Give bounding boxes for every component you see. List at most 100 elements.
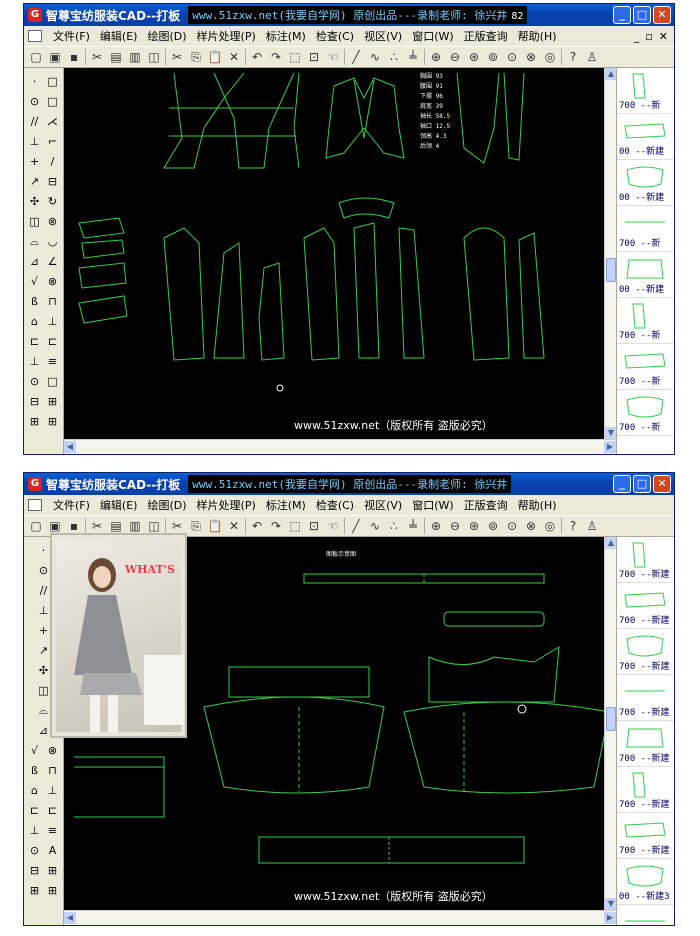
redo-icon[interactable]: ↷	[268, 49, 284, 65]
scroll-left-icon[interactable]: ◀	[64, 441, 76, 453]
zoom-fit-icon[interactable]: ⊗	[523, 518, 539, 534]
mdi-restore-icon[interactable]: ▫	[645, 30, 652, 43]
tool-12-0-icon[interactable]: ⌂	[28, 315, 42, 329]
drawing-canvas[interactable]: 胸围 93 腰围 91 下摆 96 肩宽 39 袖长 58.5 袖口 12.5 领高 4.3…	[64, 68, 604, 439]
tool-13-1-icon[interactable]: ⊏	[46, 335, 60, 349]
pattern-thumbnail[interactable]: 00 --新建	[617, 252, 674, 298]
tool-15-1-icon[interactable]: A	[46, 844, 60, 858]
zoom-out-icon[interactable]: ⊖	[447, 518, 463, 534]
menu-pattern[interactable]: 样片处理(P)	[192, 497, 261, 513]
menu-file[interactable]: 文件(F)	[48, 497, 95, 513]
tool-6-0-icon[interactable]: ✣	[28, 195, 42, 209]
pattern-thumbnail[interactable]: 00 --新建	[617, 114, 674, 160]
tool-7-0-icon[interactable]: ◫	[37, 684, 51, 698]
minimize-button[interactable]: _	[613, 475, 631, 493]
tool-16-1-icon[interactable]: ⊞	[46, 864, 60, 878]
scroll-thumb[interactable]	[606, 258, 616, 282]
ruler-icon[interactable]: ╧	[405, 518, 421, 534]
zoom-prev-icon[interactable]: ⊙	[504, 518, 520, 534]
tool-0-1-icon[interactable]: □	[46, 75, 60, 89]
select-icon[interactable]: ⬚	[287, 49, 303, 65]
menu-edit[interactable]: 编辑(E)	[95, 497, 143, 513]
preview-icon[interactable]: ◫	[146, 49, 162, 65]
pattern-thumbnail[interactable]: 700 --新建	[617, 629, 674, 675]
tool-10-1-icon[interactable]: ⊗	[46, 744, 60, 758]
tool-9-0-icon[interactable]: ⊿	[37, 724, 51, 738]
hand-icon[interactable]: ☜	[325, 518, 341, 534]
menu-window[interactable]: 窗口(W)	[407, 28, 458, 44]
tool-5-0-icon[interactable]: ↗	[37, 644, 51, 658]
select-icon[interactable]: ⬚	[287, 518, 303, 534]
zoom-all-icon[interactable]: ⊚	[485, 49, 501, 65]
delete-icon[interactable]: ✕	[226, 518, 242, 534]
tool-1-0-icon[interactable]: ⊙	[28, 95, 42, 109]
menu-view[interactable]: 视区(V)	[359, 497, 407, 513]
tool-12-0-icon[interactable]: ⌂	[28, 784, 42, 798]
tool-7-0-icon[interactable]: ◫	[28, 215, 42, 229]
line-icon[interactable]: ╱	[348, 518, 364, 534]
help-icon[interactable]: ?	[565, 518, 581, 534]
tool-2-1-icon[interactable]: ⋌	[46, 115, 60, 129]
menu-draw[interactable]: 绘图(D)	[142, 497, 191, 513]
tool-2-0-icon[interactable]: //	[37, 584, 51, 598]
plot-icon[interactable]: ▥	[127, 518, 143, 534]
close-button[interactable]: ✕	[653, 475, 671, 493]
menu-license[interactable]: 正版查询	[459, 28, 513, 44]
tool-14-0-icon[interactable]: ⊥	[28, 824, 42, 838]
tool-15-0-icon[interactable]: ⊙	[28, 844, 42, 858]
scroll-left-icon[interactable]: ◀	[64, 912, 76, 924]
plot-icon[interactable]: ▥	[127, 49, 143, 65]
help-icon[interactable]: ?	[565, 49, 581, 65]
horizontal-scrollbar[interactable]: ◀ ▶	[64, 439, 616, 454]
cut-icon[interactable]: ✂	[169, 518, 185, 534]
tool-16-1-icon[interactable]: ⊞	[46, 395, 60, 409]
print-icon[interactable]: ▤	[108, 518, 124, 534]
tool-10-0-icon[interactable]: √	[28, 744, 42, 758]
tool-11-0-icon[interactable]: ß	[28, 764, 42, 778]
tool-17-0-icon[interactable]: ⊞	[28, 884, 42, 898]
pattern-thumbnail[interactable]: 00 --新建3	[617, 905, 674, 925]
mdi-minimize-icon[interactable]: _	[634, 30, 640, 43]
tool-6-0-icon[interactable]: ✣	[37, 664, 51, 678]
measure-icon[interactable]: ⊡	[306, 518, 322, 534]
pattern-thumbnail[interactable]: 00 --新建3	[617, 859, 674, 905]
copy-icon[interactable]: ⎘	[188, 518, 204, 534]
tool-17-0-icon[interactable]: ⊞	[28, 415, 42, 429]
pattern-thumbnail[interactable]: 700 --新	[617, 68, 674, 114]
pattern-thumbnail[interactable]: 700 --新建	[617, 767, 674, 813]
close-button[interactable]: ✕	[653, 6, 671, 24]
tool-13-0-icon[interactable]: ⊏	[28, 804, 42, 818]
tool-14-1-icon[interactable]: ≡	[46, 824, 60, 838]
undo-icon[interactable]: ↶	[249, 49, 265, 65]
zoom-prev-icon[interactable]: ⊙	[504, 49, 520, 65]
menu-annotate[interactable]: 标注(M)	[261, 28, 311, 44]
zoom-window-icon[interactable]: ⊛	[466, 49, 482, 65]
menu-license[interactable]: 正版查询	[459, 497, 513, 513]
menu-annotate[interactable]: 标注(M)	[261, 497, 311, 513]
save-icon[interactable]: ▪	[66, 49, 82, 65]
curve-icon[interactable]: ∿	[367, 518, 383, 534]
tool-0-0-icon[interactable]: ·	[28, 75, 42, 89]
vertical-scrollbar[interactable]: ▲ ▼	[604, 68, 617, 439]
open-icon[interactable]: ▣	[47, 518, 63, 534]
tool-12-1-icon[interactable]: ⊥	[46, 784, 60, 798]
pattern-thumbnail[interactable]: 700 --新	[617, 344, 674, 390]
delete-icon[interactable]: ✕	[226, 49, 242, 65]
pattern-thumbnail[interactable]: 700 --新	[617, 390, 674, 436]
tool-10-1-icon[interactable]: ⊗	[46, 275, 60, 289]
tool-13-1-icon[interactable]: ⊏	[46, 804, 60, 818]
tool-1-1-icon[interactable]: □	[46, 95, 60, 109]
tool-15-0-icon[interactable]: ⊙	[28, 375, 42, 389]
zoom-in-icon[interactable]: ⊕	[428, 518, 444, 534]
save-icon[interactable]: ▪	[66, 518, 82, 534]
tool-11-1-icon[interactable]: ⊓	[46, 295, 60, 309]
menu-pattern[interactable]: 样片处理(P)	[192, 28, 261, 44]
tool-2-0-icon[interactable]: //	[28, 115, 42, 129]
tool-3-0-icon[interactable]: ⊥	[37, 604, 51, 618]
tool-1-0-icon[interactable]: ⊙	[37, 564, 51, 578]
new-icon[interactable]: ▢	[28, 518, 44, 534]
tool-5-1-icon[interactable]: ⊟	[46, 175, 60, 189]
scroll-right-icon[interactable]: ▶	[604, 912, 616, 924]
paste-icon[interactable]: 📋	[207, 518, 223, 534]
cut-pattern-icon[interactable]: ✂	[89, 49, 105, 65]
